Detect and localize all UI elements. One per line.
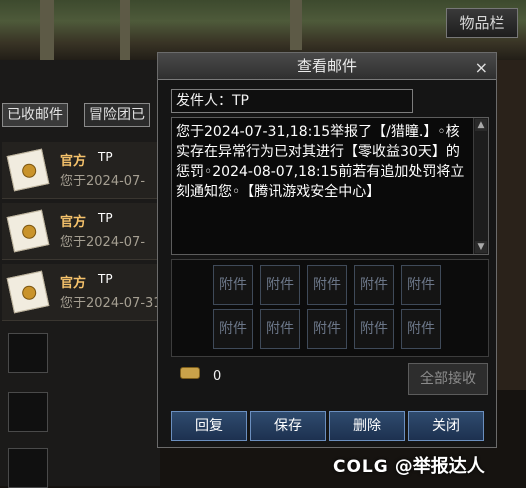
attachment-slot[interactable]: 附件 — [260, 309, 300, 349]
close-button[interactable]: 关闭 — [408, 411, 484, 441]
mail-list-item[interactable]: 官方 TP 您于2024-07- — [2, 203, 158, 260]
view-mail-dialog: 查看邮件 × 发件人：TP 您于2024-07-31,18:15举报了【/猎瞳.… — [157, 52, 497, 448]
close-icon[interactable]: × — [475, 55, 488, 81]
official-badge: 官方 — [60, 215, 87, 230]
empty-mail-slot — [8, 392, 48, 432]
mail-preview: 您于2024-07- — [60, 235, 146, 250]
tab-adventure-team[interactable]: 冒险团已 — [84, 103, 150, 127]
receive-all-button[interactable]: 全部接收 — [408, 363, 488, 395]
official-badge: 官方 — [60, 276, 87, 291]
inventory-button[interactable]: 物品栏 — [446, 8, 518, 38]
dialog-title: 查看邮件 × — [158, 53, 496, 80]
attachment-area: 附件 附件 附件 附件 附件 附件 附件 附件 附件 附件 — [171, 259, 489, 357]
watermark: COLG @举报达人 — [333, 452, 485, 478]
colg-logo: COLG — [333, 457, 389, 477]
envelope-icon — [6, 148, 50, 192]
sender-field: 发件人：TP — [171, 89, 413, 113]
message-scrollbar[interactable]: ▲ ▼ — [473, 118, 488, 254]
attachment-slot[interactable]: 附件 — [401, 309, 441, 349]
empty-mail-slot — [8, 448, 48, 488]
reply-button[interactable]: 回复 — [171, 411, 247, 441]
mail-list-item[interactable]: 官方 TP 您于2024-07- — [2, 142, 158, 199]
attachment-slot[interactable]: 附件 — [213, 309, 253, 349]
save-button[interactable]: 保存 — [250, 411, 326, 441]
attachment-slot[interactable]: 附件 — [354, 265, 394, 305]
message-body: 您于2024-07-31,18:15举报了【/猎瞳.】◦核实存在异常行为已对其进… — [171, 117, 489, 255]
official-badge: 官方 — [60, 154, 87, 169]
mail-sender: TP — [98, 211, 113, 225]
attachment-slot[interactable]: 附件 — [213, 265, 253, 305]
attachment-slot[interactable]: 附件 — [307, 309, 347, 349]
attachment-slot[interactable]: 附件 — [354, 309, 394, 349]
attachment-slot[interactable]: 附件 — [401, 265, 441, 305]
message-text: 您于2024-07-31,18:15举报了【/猎瞳.】◦核实存在异常行为已对其进… — [176, 124, 465, 200]
tab-received-mail[interactable]: 已收邮件 — [2, 103, 68, 127]
mail-list-item[interactable]: 官方 TP 您于2024-07-31,18:15 — [2, 264, 203, 321]
gold-coin-icon — [180, 367, 200, 379]
delete-button[interactable]: 删除 — [329, 411, 405, 441]
mail-sender: TP — [98, 272, 113, 286]
gold-amount: 0 — [213, 369, 222, 384]
mail-preview: 您于2024-07- — [60, 174, 146, 189]
attachment-slot[interactable]: 附件 — [260, 265, 300, 305]
envelope-icon — [6, 209, 50, 253]
attachment-slot[interactable]: 附件 — [307, 265, 347, 305]
scroll-down-icon[interactable]: ▼ — [475, 241, 487, 253]
mail-sender: TP — [98, 150, 113, 164]
empty-mail-slot — [8, 333, 48, 373]
scroll-up-icon[interactable]: ▲ — [475, 119, 487, 131]
watermark-text: @举报达人 — [394, 456, 485, 477]
envelope-icon — [6, 270, 50, 314]
